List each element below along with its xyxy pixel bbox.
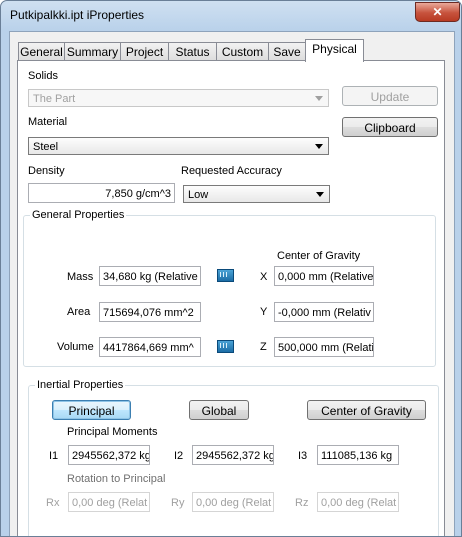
chevron-down-icon	[316, 192, 324, 197]
area-field[interactable]: 715694,076 mm^2	[99, 302, 201, 322]
area-label: Area	[67, 306, 91, 318]
rx-field[interactable]: 0,00 deg (Relat	[68, 492, 150, 512]
cog-z-field[interactable]: 500,000 mm (Relati	[274, 337, 374, 357]
solids-dropdown[interactable]: The Part	[28, 89, 329, 107]
ry-label: Ry	[171, 497, 185, 509]
mass-field[interactable]: 34,680 kg (Relative	[99, 266, 201, 286]
tab-general[interactable]: General	[18, 42, 65, 61]
tab-summary[interactable]: Summary	[64, 42, 121, 61]
i2-label: I2	[174, 450, 184, 462]
x-label: X	[260, 271, 268, 283]
rz-label: Rz	[295, 497, 309, 509]
i3-field[interactable]: 111085,136 kg	[317, 445, 399, 465]
dialog-client: General Summary Project Status Custom Sa…	[9, 31, 455, 536]
rotation-to-principal-label: Rotation to Principal	[67, 473, 166, 485]
general-properties-title: General Properties	[30, 209, 127, 221]
inertial-properties-title: Inertial Properties	[35, 379, 126, 391]
material-label: Material	[28, 116, 68, 128]
chevron-down-icon	[315, 96, 323, 101]
tab-physical[interactable]: Physical	[305, 39, 364, 62]
material-value: Steel	[33, 141, 59, 153]
i3-label: I3	[298, 450, 308, 462]
i1-field[interactable]: 2945562,372 kg	[68, 445, 150, 465]
solids-value: The Part	[33, 93, 76, 105]
update-button[interactable]: Update	[342, 86, 438, 106]
volume-field[interactable]: 4417864,669 mm^	[99, 337, 201, 357]
ry-field[interactable]: 0,00 deg (Relat	[192, 492, 274, 512]
tab-save[interactable]: Save	[268, 42, 306, 61]
density-label: Density	[28, 165, 65, 177]
global-button[interactable]: Global	[189, 400, 249, 420]
chevron-down-icon	[315, 144, 323, 149]
principal-button[interactable]: Principal	[52, 400, 131, 420]
mass-label: Mass	[67, 271, 94, 283]
close-button[interactable]: ✕	[415, 2, 460, 22]
physical-panel: Solids The Part Update Material Steel Cl…	[17, 60, 445, 536]
title-bar[interactable]: Putkipalkki.ipt iProperties ✕	[1, 1, 461, 29]
density-field[interactable]: 7,850 g/cm^3	[28, 183, 175, 203]
material-dropdown[interactable]: Steel	[28, 137, 329, 155]
center-of-gravity-button[interactable]: Center of Gravity	[307, 400, 426, 420]
accuracy-value: Low	[188, 189, 209, 201]
z-label: Z	[260, 341, 267, 353]
i2-field[interactable]: 2945562,372 kg	[192, 445, 274, 465]
rx-label: Rx	[46, 497, 60, 509]
accuracy-dropdown[interactable]: Low	[183, 185, 330, 203]
rz-field[interactable]: 0,00 deg (Relat	[317, 492, 399, 512]
tab-project[interactable]: Project	[120, 42, 169, 61]
close-icon: ✕	[432, 5, 443, 19]
solids-label: Solids	[28, 70, 58, 82]
center-of-gravity-label: Center of Gravity	[277, 250, 361, 262]
i1-label: I1	[49, 450, 59, 462]
cog-y-field[interactable]: -0,000 mm (Relativ	[274, 302, 374, 322]
principal-moments-label: Principal Moments	[67, 426, 158, 438]
clipboard-button[interactable]: Clipboard	[342, 117, 438, 137]
window-title: Putkipalkki.ipt iProperties	[10, 8, 145, 22]
calculator-icon[interactable]	[217, 269, 234, 282]
iproperties-window: Putkipalkki.ipt iProperties ✕ General Su…	[0, 0, 462, 537]
tab-status[interactable]: Status	[168, 42, 217, 61]
y-label: Y	[260, 306, 268, 318]
cog-x-field[interactable]: 0,000 mm (Relative	[274, 266, 374, 286]
calculator-icon[interactable]	[217, 340, 234, 353]
volume-label: Volume	[57, 341, 94, 353]
accuracy-label: Requested Accuracy	[181, 165, 282, 177]
tab-custom[interactable]: Custom	[216, 42, 269, 61]
